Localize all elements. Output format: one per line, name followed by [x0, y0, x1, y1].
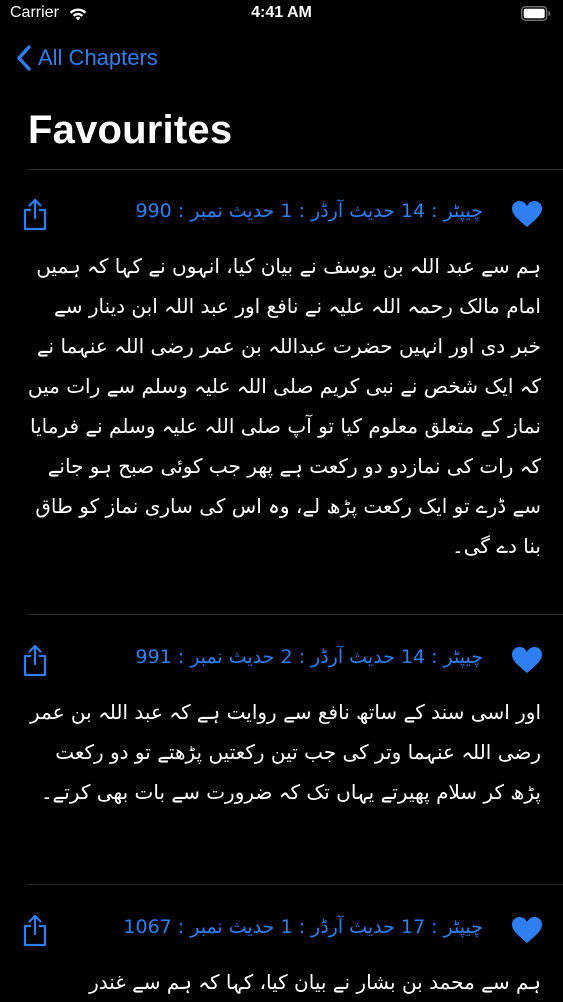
- hadith-header: چیپٹر : 14 حدیث آرڈر : 2 حدیث نمبر : 991: [0, 644, 563, 680]
- divider: [28, 884, 563, 885]
- battery-icon: [521, 6, 551, 21]
- divider: [28, 169, 563, 170]
- clock: 4:41 AM: [251, 4, 312, 21]
- hadith-header: چیپٹر : 17 حدیث آرڈر : 1 حدیث نمبر : 106…: [0, 914, 563, 950]
- hadith-text: اور اسی سند کے ساتھ نافع سے روایت ہے کہ …: [30, 700, 541, 804]
- hadith-header: چیپٹر : 14 حدیث آرڈر : 1 حدیث نمبر : 990: [0, 198, 563, 234]
- hadith-meta: چیپٹر : 14 حدیث آرڈر : 1 حدیث نمبر : 990: [135, 200, 483, 222]
- hadith-card: چیپٹر : 14 حدیث آرڈر : 2 حدیث نمبر : 991…: [0, 644, 563, 880]
- back-button[interactable]: All Chapters: [14, 42, 158, 74]
- heart-icon[interactable]: [511, 646, 543, 674]
- hadith-meta: چیپٹر : 17 حدیث آرڈر : 1 حدیث نمبر : 106…: [123, 916, 483, 938]
- status-bar: Carrier 4:41 AM: [0, 0, 563, 30]
- heart-icon[interactable]: [511, 916, 543, 944]
- share-icon[interactable]: [22, 198, 48, 232]
- hadith-meta: چیپٹر : 14 حدیث آرڈر : 2 حدیث نمبر : 991: [135, 646, 483, 668]
- share-icon[interactable]: [22, 644, 48, 678]
- share-icon[interactable]: [22, 914, 48, 948]
- hadith-text: ہم سے عبد اللہ بن یوسف نے بیان کیا، انہو…: [27, 254, 541, 558]
- hadith-text: ہم سے محمد بن بشار نے بیان کیا، کہا کہ ہ…: [89, 970, 541, 994]
- hadith-card: چیپٹر : 14 حدیث آرڈر : 1 حدیث نمبر : 990…: [0, 198, 563, 608]
- page-title: Favourites: [28, 108, 233, 152]
- divider: [28, 614, 563, 615]
- chevron-left-icon: [17, 45, 31, 71]
- heart-icon[interactable]: [511, 200, 543, 228]
- back-button-label: All Chapters: [38, 45, 158, 70]
- hadith-card: چیپٹر : 17 حدیث آرڈر : 1 حدیث نمبر : 106…: [0, 914, 563, 1000]
